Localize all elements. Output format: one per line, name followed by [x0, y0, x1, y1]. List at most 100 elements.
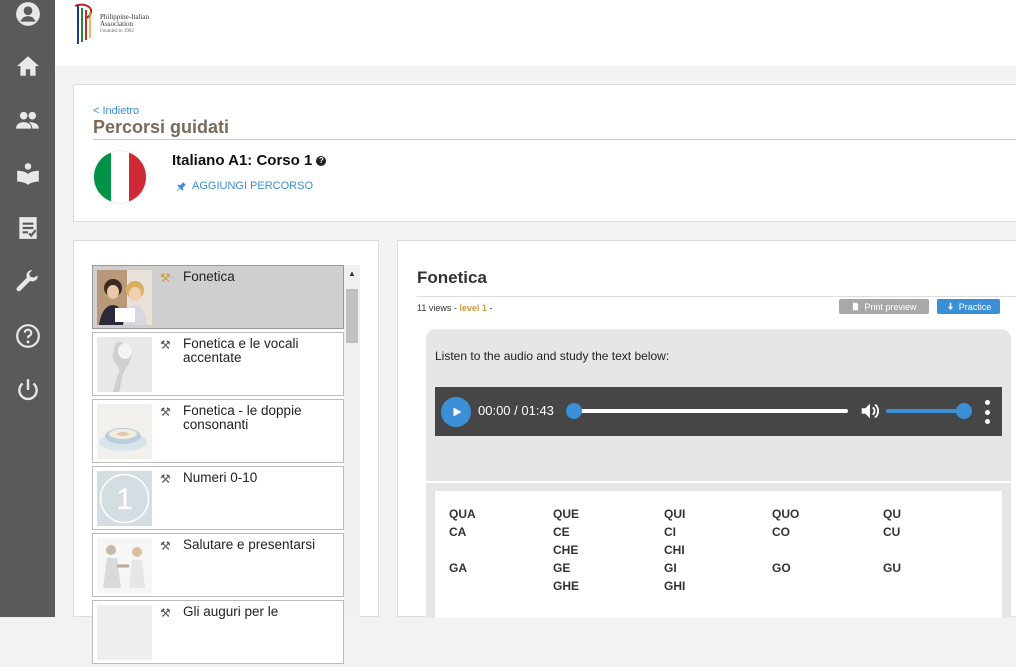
tools-icon: ⚒: [160, 539, 171, 553]
course-help-icon[interactable]: ?: [316, 155, 327, 166]
syllable-cell: QUE: [553, 507, 580, 521]
italy-flag-icon: [93, 150, 147, 204]
play-button[interactable]: [441, 397, 471, 427]
lesson-list: ⚒ Fonetica ⚒ Fonetica e le vocali accentate…: [92, 265, 344, 667]
lesson-label: Salutare e presentarsi: [183, 537, 316, 552]
lesson-label: Fonetica: [183, 269, 235, 284]
sidebar: [0, 0, 55, 617]
syllable-cell: QUA: [449, 507, 476, 521]
lesson-item[interactable]: 1 ⚒ Numeri 0-10: [92, 466, 344, 530]
lesson-item[interactable]: ⚒ Fonetica - le doppie consonanti: [92, 399, 344, 463]
group-icon[interactable]: [14, 106, 42, 134]
level-suffix: -: [486, 303, 493, 313]
level-label[interactable]: level 1: [459, 303, 487, 313]
practice-button[interactable]: Practice: [937, 299, 1000, 314]
lesson-thumbnail: [97, 605, 152, 660]
course-title: Italiano A1: Corso 1 ?: [172, 152, 327, 169]
tools-icon: ⚒: [160, 405, 171, 419]
print-preview-label: Print preview: [864, 301, 917, 312]
checklist-icon[interactable]: [14, 214, 42, 242]
back-link[interactable]: < Indietro: [93, 105, 139, 117]
volume-slider[interactable]: [886, 409, 963, 413]
lesson-label: Numeri 0-10: [183, 470, 258, 485]
practice-label: Practice: [958, 301, 992, 312]
pin-icon: [176, 181, 187, 191]
lesson-label: Fonetica - le doppie consonanti: [183, 403, 302, 432]
time-display: 00:00 / 01:43: [478, 403, 554, 418]
syllable-cell: GE: [553, 561, 571, 575]
lesson-item[interactable]: ⚒ Gli auguri per le: [92, 600, 344, 664]
lesson-label: Fonetica e le vocali accentate: [183, 336, 299, 365]
syllable-cell: CA: [449, 525, 467, 539]
volume-icon[interactable]: [859, 400, 881, 422]
power-icon[interactable]: [14, 376, 42, 404]
help-icon[interactable]: [14, 322, 42, 350]
syllable-cell: GO: [772, 561, 791, 575]
lesson-item[interactable]: ⚒ Fonetica e le vocali accentate: [92, 332, 344, 396]
lesson-detail-panel: Fonetica 11 views - level 1 - Print prev…: [397, 240, 1016, 618]
syllable-cell: QU: [883, 507, 901, 521]
wrench-icon[interactable]: [14, 268, 42, 296]
add-path-label: AGGIUNGI PERCORSO: [192, 180, 314, 192]
lesson-thumbnail: [97, 270, 152, 325]
download-arrow-icon: [947, 302, 953, 310]
tools-icon: ⚒: [160, 338, 171, 352]
lesson-thumbnail: [97, 404, 152, 459]
syllable-cell: CU: [883, 525, 901, 539]
book-reader-icon[interactable]: [14, 160, 42, 188]
play-icon: [453, 407, 462, 417]
syllable-cell: GU: [883, 561, 901, 575]
tools-icon: ⚒: [160, 271, 171, 285]
syllable-cell: CI: [664, 525, 676, 539]
scroll-up-arrow-icon[interactable]: ▲: [344, 265, 360, 281]
syllable-cell: QUI: [664, 507, 686, 521]
seek-bar[interactable]: [573, 409, 848, 413]
tools-icon: ⚒: [160, 472, 171, 486]
syllable-cell: CE: [553, 525, 570, 539]
logo[interactable]: Philippine-Italian Association Founded i…: [71, 2, 181, 50]
syllable-table: QUA QUE QUI QUO QU CA CE CI CO CU CHE CHI GA GE GI GO GU…: [435, 491, 1002, 618]
audio-instruction: Listen to the audio and study the text b…: [435, 349, 670, 363]
lesson-title-divider: [417, 296, 1016, 297]
views-count: 11 views -: [417, 303, 460, 313]
course-header-card: < Indietro Percorsi guidati Italiano A1:…: [73, 84, 1016, 222]
logo-mark-icon: [74, 3, 93, 44]
text-section: QUA QUE QUI QUO QU CA CE CI CO CU CHE CHI GA GE GI GO GU…: [426, 483, 1011, 618]
print-preview-button[interactable]: Print preview: [839, 299, 929, 314]
syllable-cell: CHE: [553, 543, 579, 557]
syllable-cell: GHI: [664, 579, 686, 593]
syllable-cell: GI: [664, 561, 677, 575]
lesson-list-panel: ⚒ Fonetica ⚒ Fonetica e le vocali accentate…: [73, 240, 379, 664]
audio-player: 00:00 / 01:43: [435, 387, 1002, 436]
top-bar: Philippine-Italian Association Founded i…: [55, 0, 1016, 66]
logo-line3: Founded in 1962: [100, 29, 134, 34]
syllable-cell: QUO: [772, 507, 800, 521]
svg-text:1: 1: [116, 483, 133, 516]
seek-handle[interactable]: [566, 403, 582, 419]
logo-line2: Association: [100, 20, 134, 28]
lesson-title: Fonetica: [417, 268, 487, 287]
lesson-item[interactable]: ⚒ Salutare e presentarsi: [92, 533, 344, 597]
syllable-cell: CHI: [664, 543, 685, 557]
lesson-thumbnail: 1: [97, 471, 152, 526]
lesson-list-scrollbar[interactable]: ▲: [344, 265, 360, 618]
volume-handle[interactable]: [956, 403, 972, 419]
lesson-meta: 11 views - level 1 -: [417, 303, 492, 313]
tools-icon: ⚒: [160, 606, 171, 620]
syllable-cell: CO: [772, 525, 790, 539]
title-divider: [93, 139, 1016, 140]
course-title-text: Italiano A1: Corso 1: [172, 152, 313, 169]
syllable-cell: GA: [449, 561, 467, 575]
page-title: Percorsi guidati: [93, 117, 230, 137]
user-icon[interactable]: [14, 0, 42, 28]
document-icon: [853, 302, 859, 311]
lesson-thumbnail: [97, 337, 152, 392]
syllable-cell: GHE: [553, 579, 580, 593]
add-path-button[interactable]: AGGIUNGI PERCORSO: [176, 180, 313, 192]
more-options-icon[interactable]: [983, 400, 991, 424]
scroll-thumb[interactable]: [346, 289, 358, 343]
audio-section: Listen to the audio and study the text b…: [426, 329, 1011, 481]
logo-text: Philippine-Italian Association Founded i…: [100, 14, 149, 35]
home-icon[interactable]: [14, 52, 42, 80]
lesson-item[interactable]: ⚒ Fonetica: [92, 265, 344, 329]
